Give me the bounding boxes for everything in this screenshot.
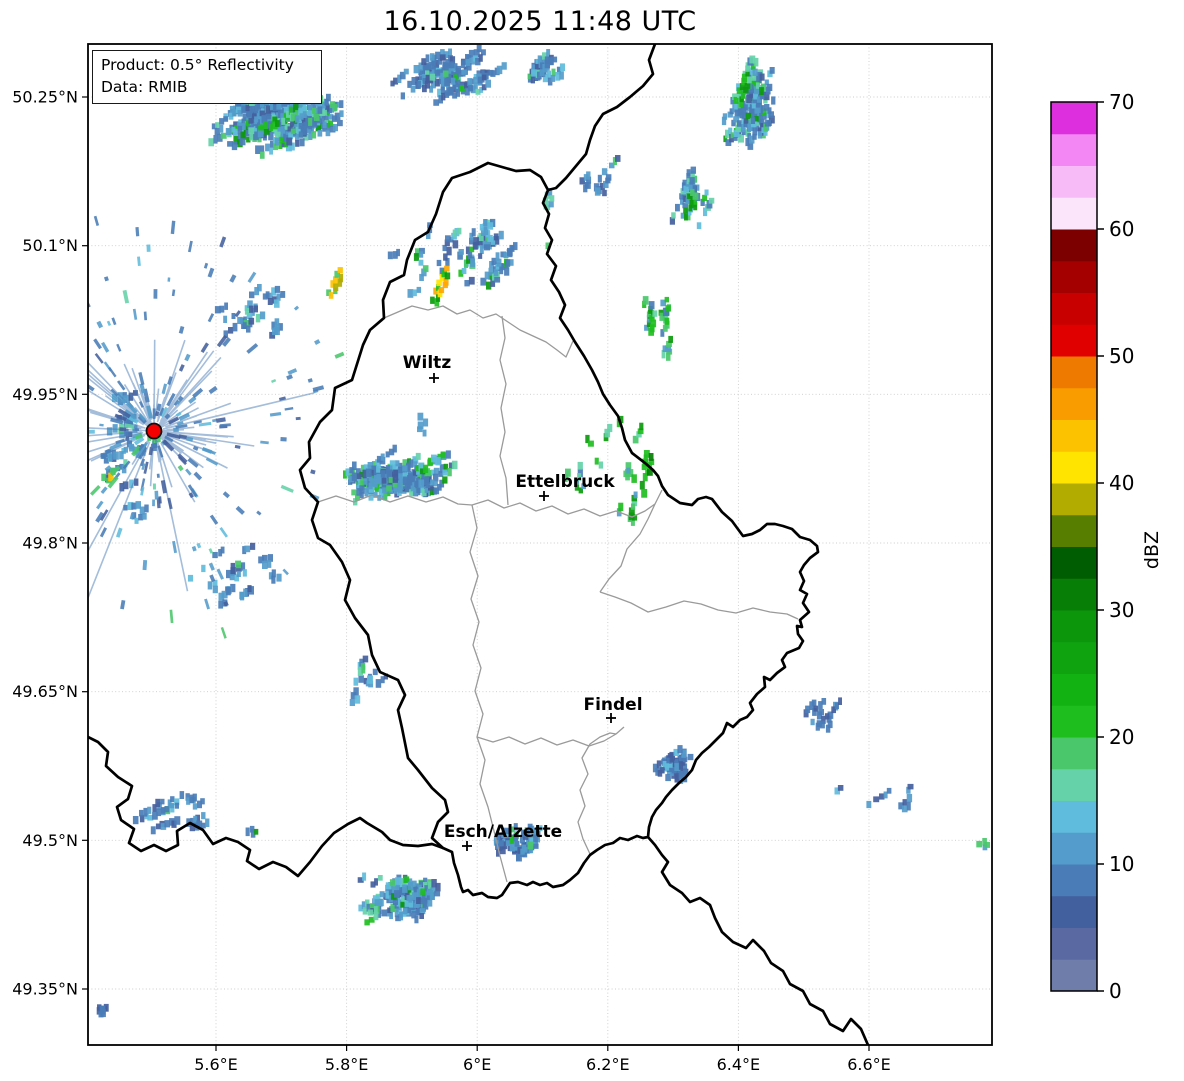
colorbar-segment (1051, 641, 1097, 674)
city-marker (429, 373, 439, 383)
colorbar-segment (1051, 673, 1097, 706)
svg-text:49.35°N: 49.35°N (12, 980, 78, 999)
colorbar-segment (1051, 927, 1097, 960)
svg-text:49.65°N: 49.65°N (12, 682, 78, 701)
svg-text:6.2°E: 6.2°E (586, 1055, 630, 1074)
country-borders (88, 44, 870, 1045)
city-labels: Wiltz Ettelbruck Findel Esch/Alzette (403, 353, 643, 851)
svg-text:49.95°N: 49.95°N (12, 385, 78, 404)
colorbar-tick-label: 60 (1109, 217, 1134, 241)
colorbar-segment (1051, 768, 1097, 801)
product-info-box: Product: 0.5° Reflectivity Data: RMIB (92, 50, 322, 104)
city-label: Esch/Alzette (444, 822, 562, 842)
colorbar-tick-label: 10 (1109, 852, 1134, 876)
svg-text:50.25°N: 50.25°N (12, 88, 78, 107)
colorbar-segment (1051, 356, 1097, 389)
colorbar-segment (1051, 737, 1097, 770)
colorbar-segment (1051, 102, 1097, 135)
radar-app: 16.10.2025 11:48 UTC Wiltz Ettelbruck Find… (0, 0, 1184, 1081)
svg-text:50.1°N: 50.1°N (22, 236, 78, 255)
colorbar-tick-label: 30 (1109, 598, 1134, 622)
colorbar-segment (1051, 260, 1097, 293)
colorbar-segment (1051, 895, 1097, 928)
radar-map-canvas: Wiltz Ettelbruck Findel Esch/Alzette 5.6°E 5.… (12, 43, 1134, 1074)
district-borders (317, 305, 799, 883)
colorbar-segment (1051, 133, 1097, 166)
colorbar-tick-label: 50 (1109, 344, 1134, 368)
colorbar-tick-label: 0 (1109, 979, 1122, 1003)
radar-site-marker (145, 422, 163, 440)
svg-text:6°E: 6°E (463, 1055, 491, 1074)
colorbar-tick-label: 40 (1109, 471, 1134, 495)
colorbar-segment (1051, 864, 1097, 897)
svg-text:49.8°N: 49.8°N (22, 534, 78, 553)
city-marker (539, 491, 549, 501)
svg-text:6.6°E: 6.6°E (847, 1055, 891, 1074)
colorbar-segment (1051, 229, 1097, 262)
city-marker (462, 841, 472, 851)
svg-text:5.6°E: 5.6°E (194, 1055, 238, 1074)
colorbar-tick-label: 20 (1109, 725, 1134, 749)
svg-text:5.8°E: 5.8°E (325, 1055, 369, 1074)
colorbar-segment (1051, 578, 1097, 611)
colorbar-segment (1051, 959, 1097, 992)
colorbar-segment (1051, 610, 1097, 643)
colorbar-segment (1051, 514, 1097, 547)
colorbar-segment (1051, 483, 1097, 516)
colorbar-segment (1051, 165, 1097, 198)
colorbar-segment (1051, 324, 1097, 357)
colorbar-segment (1051, 451, 1097, 484)
data-source-label: Data: RMIB (101, 78, 188, 96)
colorbar-segment (1051, 387, 1097, 420)
colorbar-segment (1051, 705, 1097, 738)
product-label: Product: 0.5° Reflectivity (101, 56, 294, 74)
city-label: Ettelbruck (515, 472, 615, 492)
plot-frame (87, 43, 993, 1046)
colorbar-tick-label: 70 (1109, 90, 1134, 114)
radar-echoes (96, 44, 990, 1018)
svg-text:49.5°N: 49.5°N (22, 831, 78, 850)
colorbar-segment (1051, 419, 1097, 452)
colorbar-segment (1051, 800, 1097, 833)
colorbar-segment (1051, 546, 1097, 579)
colorbar-segment (1051, 292, 1097, 325)
colorbar-unit-label: dBZ (1141, 530, 1163, 570)
city-label: Wiltz (403, 353, 452, 373)
grid-lines (88, 44, 992, 1045)
svg-text:6.4°E: 6.4°E (717, 1055, 761, 1074)
city-label: Findel (583, 695, 642, 715)
colorbar-segment (1051, 197, 1097, 230)
colorbar-segment (1051, 832, 1097, 865)
